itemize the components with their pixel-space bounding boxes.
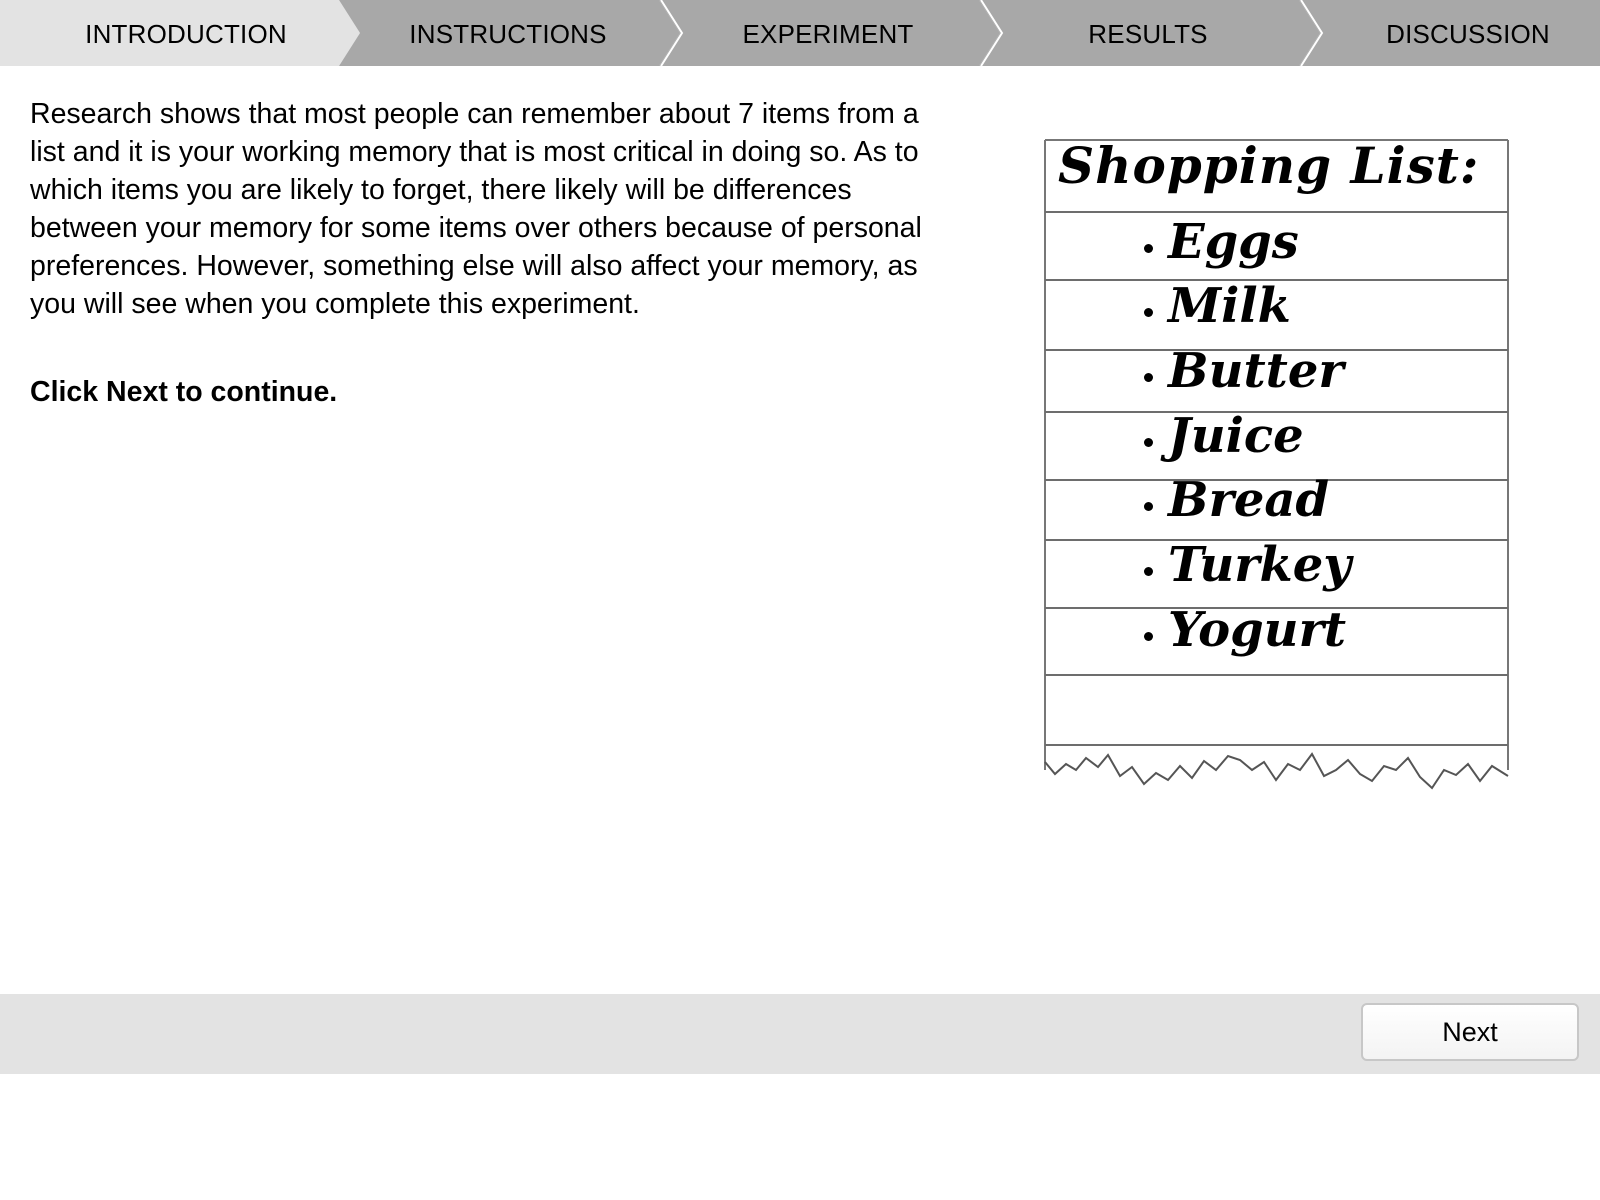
- footer-bar: [0, 994, 1600, 1074]
- list-item-label: Milk: [1168, 278, 1291, 334]
- bullet-icon: [1144, 373, 1153, 382]
- intro-paragraph: Research shows that most people can reme…: [30, 98, 922, 320]
- step-navigation: INTRODUCTION INSTRUCTIONS EXPERIMENT RES…: [0, 0, 1600, 66]
- bullet-icon: [1144, 244, 1153, 253]
- shopping-list-title: Shopping List:: [1058, 136, 1480, 195]
- tab-results[interactable]: RESULTS: [998, 0, 1298, 66]
- list-item-label: Turkey: [1168, 537, 1352, 593]
- tab-discussion[interactable]: DISCUSSION: [1318, 0, 1600, 66]
- shopping-list-image: Shopping List: Eggs Milk Butter Juice Br…: [1020, 130, 1520, 810]
- list-item-label: Yogurt: [1168, 602, 1347, 658]
- list-item-label: Butter: [1168, 343, 1344, 399]
- bullet-icon: [1144, 308, 1153, 317]
- list-item-label: Bread: [1168, 472, 1330, 528]
- tab-instructions[interactable]: INSTRUCTIONS: [358, 0, 658, 66]
- bullet-icon: [1144, 438, 1153, 447]
- tab-introduction[interactable]: INTRODUCTION: [0, 0, 372, 66]
- list-item-label: Juice: [1168, 408, 1304, 464]
- bullet-icon: [1144, 632, 1153, 641]
- continue-instruction: Click Next to continue.: [30, 376, 338, 408]
- bullet-icon: [1144, 502, 1153, 511]
- tab-experiment[interactable]: EXPERIMENT: [678, 0, 978, 66]
- next-button[interactable]: Next: [1361, 1003, 1579, 1061]
- bullet-icon: [1144, 567, 1153, 576]
- list-item-label: Eggs: [1168, 214, 1299, 270]
